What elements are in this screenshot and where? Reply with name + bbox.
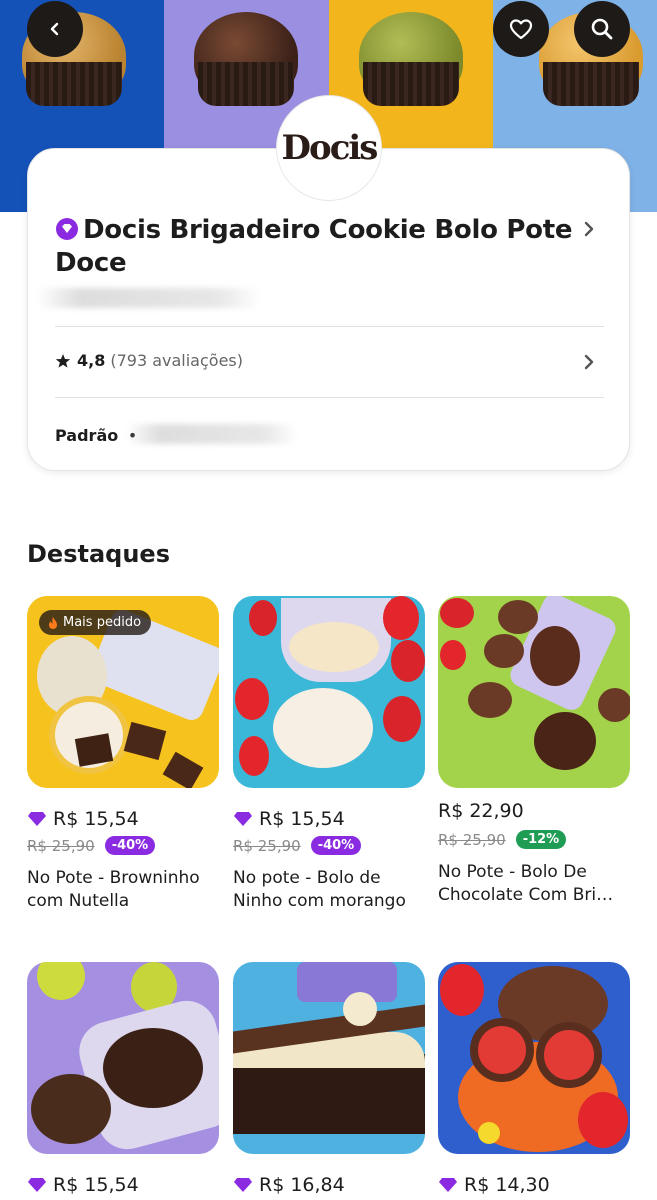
back-button[interactable] [27, 1, 83, 57]
section-title: Destaques [27, 540, 170, 568]
product-old-price: R$ 25,90 [27, 836, 95, 855]
discount-badge: -40% [310, 836, 362, 855]
store-name: Docis Brigadeiro Cookie Bolo Pote Doce [55, 215, 573, 278]
product-price: R$ 15,54 [53, 808, 139, 830]
product-card[interactable]: R$ 15,54 R$ 25,90 -40% No pote - Bolo de… [233, 596, 425, 913]
product-image [27, 962, 219, 1154]
product-price: R$ 22,90 [438, 800, 524, 822]
product-price: R$ 16,84 [259, 1174, 345, 1196]
product-name: No Pote - Bolo De Chocolate Com Bri… [438, 862, 614, 905]
favorite-button[interactable] [493, 1, 549, 57]
rating-row[interactable]: 4,8 (793 avaliações) [55, 351, 243, 370]
store-logo-text: Docis [281, 128, 379, 168]
product-old-price: R$ 25,90 [233, 836, 301, 855]
product-card[interactable]: Mais pedido R$ 15,54 R$ 25,90 -40% No Po… [27, 596, 219, 913]
chevron-right-icon[interactable] [583, 354, 595, 370]
product-card[interactable]: R$ 22,90 R$ 25,90 -12% No Pote - Bolo De… [438, 596, 630, 907]
redacted-delivery-info [126, 424, 298, 444]
heart-icon [509, 19, 533, 40]
delivery-mode: Padrão [55, 426, 119, 445]
divider [55, 326, 604, 327]
delivery-mode-row: Padrão • [55, 426, 137, 445]
star-icon [55, 353, 71, 368]
product-image [233, 596, 425, 788]
product-card[interactable]: R$ 14,30 [438, 962, 630, 1196]
store-logo: Docis [276, 95, 382, 201]
store-name-block[interactable]: Docis Brigadeiro Cookie Bolo Pote Doce [55, 214, 575, 280]
back-arrow-icon [50, 22, 59, 36]
diamond-icon [439, 1178, 457, 1192]
product-card[interactable]: R$ 16,84 [233, 962, 425, 1196]
divider [55, 397, 604, 398]
product-image [438, 962, 630, 1154]
chevron-right-icon[interactable] [583, 221, 595, 237]
product-old-price: R$ 25,90 [438, 830, 506, 849]
diamond-icon [28, 1178, 46, 1192]
product-image [438, 596, 630, 788]
rating-score: 4,8 [77, 351, 106, 370]
most-ordered-tag: Mais pedido [39, 610, 152, 635]
product-image: Mais pedido [27, 596, 219, 788]
diamond-icon [234, 812, 252, 826]
product-card[interactable]: R$ 15,54 [27, 962, 219, 1196]
discount-badge: -40% [104, 836, 156, 855]
fire-icon [49, 616, 57, 629]
search-icon [591, 18, 613, 40]
product-price: R$ 14,30 [464, 1174, 550, 1196]
review-count: (793 avaliações) [110, 351, 243, 370]
search-button[interactable] [574, 1, 630, 57]
diamond-icon [234, 1178, 252, 1192]
discount-badge: -12% [515, 830, 567, 849]
diamond-icon [28, 812, 46, 826]
product-price: R$ 15,54 [53, 1174, 139, 1196]
product-image [233, 962, 425, 1154]
product-name: No Pote - Browninho com Nutella [27, 868, 200, 911]
redacted-address [36, 288, 262, 308]
product-name: No pote - Bolo de Ninho com morango [233, 868, 406, 911]
store-badge-icon [56, 218, 78, 240]
product-price: R$ 15,54 [259, 808, 345, 830]
